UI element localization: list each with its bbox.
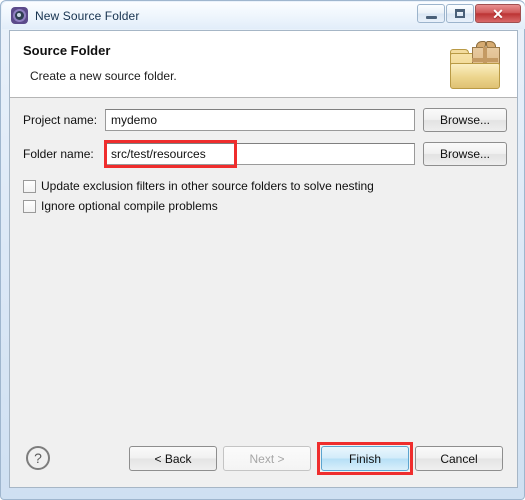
update-exclusion-filters-label: Update exclusion filters in other source… [41, 179, 374, 193]
close-icon: ✕ [492, 5, 504, 22]
close-button[interactable]: ✕ [475, 4, 521, 23]
project-name-label: Project name: [23, 113, 98, 127]
eclipse-gear-icon [11, 7, 28, 24]
folder-name-input[interactable]: src/test/resources [105, 143, 415, 165]
ignore-compile-problems-checkbox-row[interactable]: Ignore optional compile problems [23, 197, 218, 215]
page-subtitle: Create a new source folder. [30, 69, 177, 83]
dialog-header: Source Folder Create a new source folder… [10, 31, 517, 98]
maximize-icon [455, 9, 465, 18]
maximize-button[interactable] [446, 4, 474, 23]
dialog-client-area: Source Folder Create a new source folder… [9, 30, 518, 488]
finish-button[interactable]: Finish [321, 446, 409, 471]
source-folder-package-icon [447, 37, 507, 93]
title-bar[interactable]: New Source Folder ✕ [2, 2, 525, 29]
window-controls: ✕ [416, 4, 521, 25]
dialog-window: New Source Folder ✕ Source Folder Create… [0, 0, 525, 500]
ignore-compile-problems-label: Ignore optional compile problems [41, 199, 218, 213]
cancel-button[interactable]: Cancel [415, 446, 503, 471]
folder-browse-button[interactable]: Browse... [423, 142, 507, 166]
back-button[interactable]: < Back [129, 446, 217, 471]
next-button: Next > [223, 446, 311, 471]
project-browse-button[interactable]: Browse... [423, 108, 507, 132]
minimize-button[interactable] [417, 4, 445, 23]
minimize-icon [425, 15, 437, 19]
project-name-row: Project name: mydemo Browse... [10, 108, 517, 133]
update-exclusion-filters-checkbox-row[interactable]: Update exclusion filters in other source… [23, 177, 374, 195]
project-name-input[interactable]: mydemo [105, 109, 415, 131]
page-title: Source Folder [23, 43, 111, 58]
folder-name-label: Folder name: [23, 147, 94, 161]
dialog-button-bar: ? < Back Next > Finish Cancel [10, 433, 517, 487]
folder-name-row: Folder name: src/test/resources Browse..… [10, 140, 517, 168]
window-title: New Source Folder [35, 8, 140, 23]
update-exclusion-filters-checkbox[interactable] [23, 179, 36, 193]
help-icon[interactable]: ? [26, 446, 50, 470]
ignore-compile-problems-checkbox[interactable] [23, 199, 36, 213]
